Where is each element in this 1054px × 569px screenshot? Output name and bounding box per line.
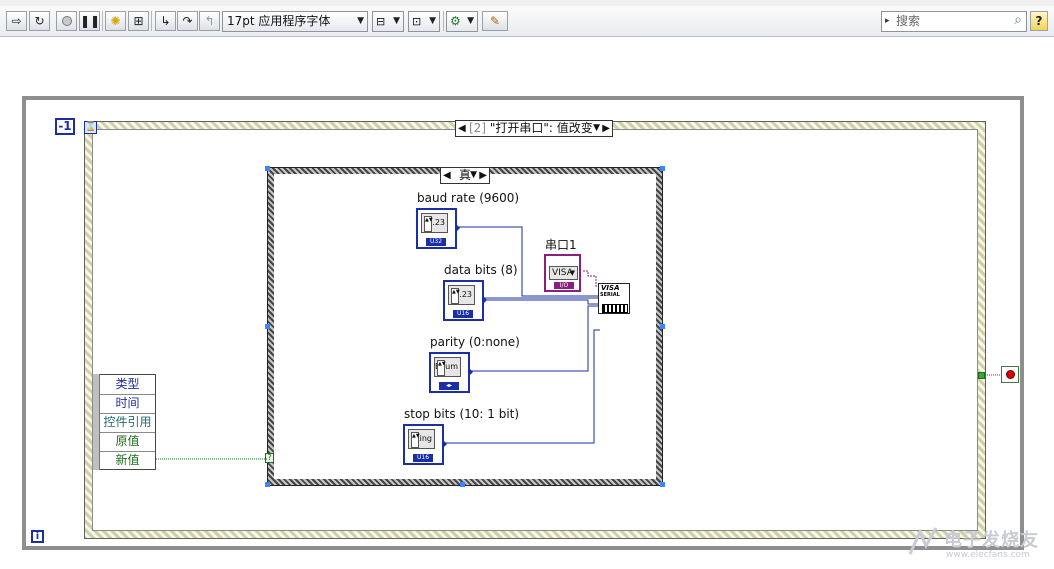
output-pin-icon bbox=[456, 224, 460, 232]
stop-icon bbox=[1006, 370, 1015, 379]
data-bits-type: U16 bbox=[453, 310, 473, 318]
chevron-down-icon: ▼ bbox=[569, 269, 575, 277]
visa-node-subtitle: SERIAL bbox=[600, 292, 620, 298]
stop-bits-type: U16 bbox=[413, 454, 433, 462]
parity-control[interactable]: ▲▼ Enum ◂▸ bbox=[429, 352, 473, 393]
wire-data-bits-ret bbox=[481, 299, 600, 305]
output-pin-icon bbox=[469, 368, 473, 376]
visa-resource-label: 串口1 bbox=[545, 238, 577, 252]
stop-bits-control[interactable]: ▲▼ Ring U16 bbox=[403, 424, 447, 465]
watermark-url: www.elecfans.com bbox=[946, 550, 1030, 560]
visa-resource-control[interactable]: VISA ▼ I/O bbox=[544, 254, 581, 292]
iteration-terminal[interactable]: i bbox=[31, 530, 44, 543]
spinner-icon: ▲▼ bbox=[424, 216, 433, 232]
baud-rate-control[interactable]: ▲▼ 1.23 U32 bbox=[416, 208, 460, 249]
spinner-icon: ▲▼ bbox=[411, 432, 420, 448]
output-pin-icon bbox=[483, 296, 487, 304]
data-bits-label: data bits (8) bbox=[444, 263, 518, 277]
spinner-icon: ▲▼ bbox=[437, 360, 446, 376]
visa-configure-serial-node[interactable]: VISA SERIAL bbox=[598, 283, 630, 314]
loop-condition-terminal[interactable] bbox=[1001, 366, 1019, 383]
parity-type: ◂▸ bbox=[439, 382, 459, 390]
data-bits-control[interactable]: ▲▼ 1.23 U16 bbox=[443, 280, 487, 321]
boolean-tunnel[interactable] bbox=[978, 372, 985, 379]
wires bbox=[156, 226, 1001, 460]
stop-bits-label: stop bits (10: 1 bit) bbox=[404, 407, 520, 421]
spinner-icon: ▲▼ bbox=[451, 288, 460, 304]
parity-label: parity (0:none) bbox=[430, 335, 520, 349]
visa-resource-type: I/O bbox=[554, 282, 574, 289]
watermark-brand: 电子发烧友 bbox=[944, 530, 1039, 551]
serial-port-icon bbox=[602, 304, 628, 313]
watermark-logo-icon bbox=[908, 527, 938, 555]
watermark: 电子发烧友 www.elecfans.com bbox=[906, 520, 1046, 566]
baud-rate-type: U32 bbox=[426, 238, 446, 246]
output-pin-icon bbox=[443, 440, 447, 448]
baud-rate-label: baud rate (9600) bbox=[417, 191, 520, 205]
